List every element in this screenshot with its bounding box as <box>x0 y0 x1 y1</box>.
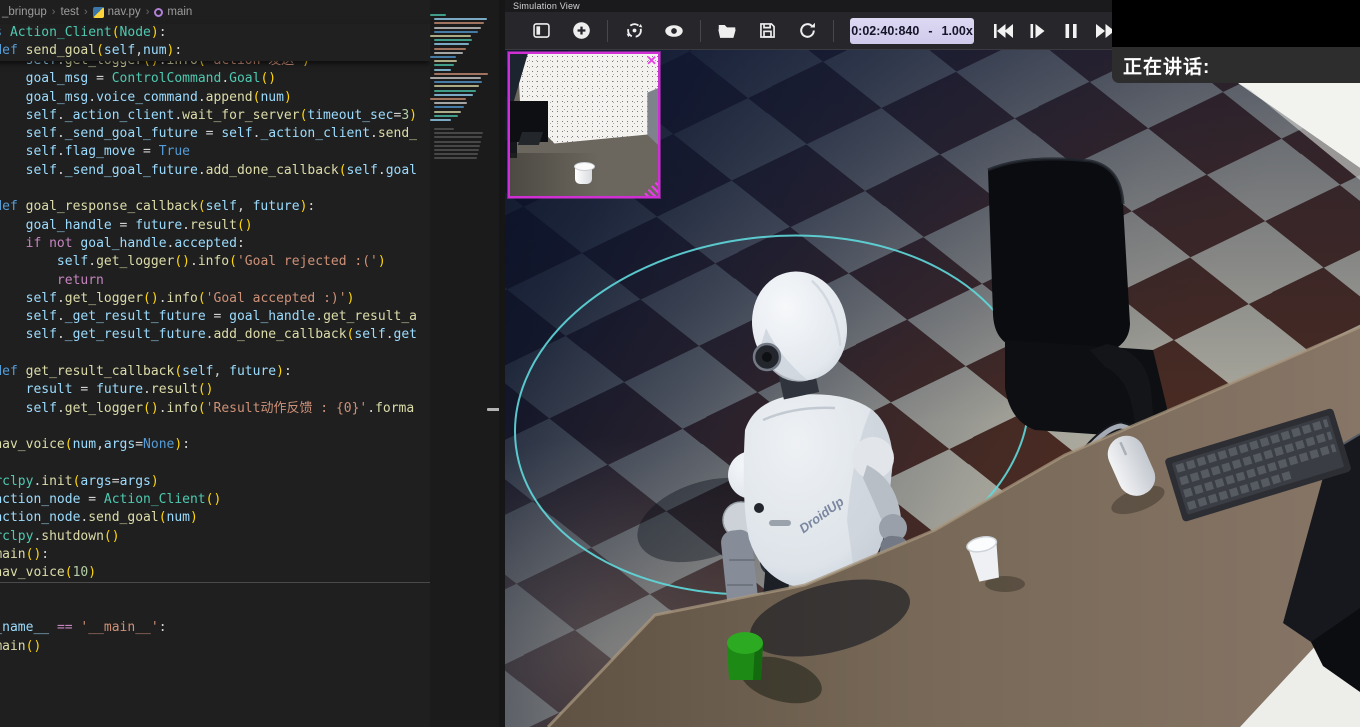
sim-time-dash: - <box>928 24 932 38</box>
breadcrumb-item[interactable]: test <box>60 6 79 18</box>
pause-button[interactable] <box>1054 18 1088 44</box>
symbol-method-icon <box>154 8 163 17</box>
open-button[interactable] <box>712 18 742 44</box>
step-forward-button[interactable] <box>1020 18 1054 44</box>
code-editor-pane: _bringup › test › nav.py › main class Ac… <box>0 0 505 727</box>
sim-time: 0:02:40:840 <box>851 24 919 38</box>
refresh-button[interactable] <box>792 18 822 44</box>
close-icon[interactable]: ✕ <box>646 54 657 68</box>
code-viewport[interactable]: self.get_logger().info('action 发送') goal… <box>0 60 430 727</box>
simulation-pane: Simulation View <box>505 0 1360 727</box>
app-window: _bringup › test › nav.py › main class Ac… <box>0 0 1360 727</box>
white-wall <box>1238 83 1360 180</box>
breadcrumb[interactable]: _bringup › test › nav.py › main <box>0 0 430 24</box>
sim-3d-viewport[interactable]: DroidUp <box>505 50 1360 727</box>
sticky-scroll-lines[interactable]: class Action_Client(Node): def send_goal… <box>0 24 430 61</box>
add-icon <box>571 20 592 41</box>
pip-laptop <box>518 132 543 145</box>
visibility-icon <box>663 20 685 42</box>
minimap[interactable] <box>430 14 494 374</box>
refresh-icon <box>797 20 818 41</box>
code-lines[interactable]: self.get_logger().info('action 发送') goal… <box>0 60 430 656</box>
save-button[interactable] <box>752 18 782 44</box>
pause-icon <box>1059 19 1083 43</box>
toolbar-separator <box>833 20 834 42</box>
reset-view-icon <box>624 20 645 41</box>
skip-to-start-button[interactable] <box>986 18 1020 44</box>
save-icon <box>757 20 778 41</box>
exit-panel-button[interactable] <box>526 18 556 44</box>
sim-speed: 1.00x <box>942 24 973 38</box>
skip-start-icon <box>991 19 1015 43</box>
reset-view-button[interactable] <box>619 18 649 44</box>
breadcrumb-item-symbol[interactable]: main <box>167 6 192 18</box>
pip-cup <box>575 165 592 184</box>
visibility-button[interactable] <box>659 18 689 44</box>
python-file-icon <box>93 7 104 18</box>
black-overlay-box <box>1112 0 1360 47</box>
step-forward-icon <box>1025 19 1049 43</box>
breadcrumb-separator: › <box>146 6 150 18</box>
breadcrumb-item-file[interactable]: nav.py <box>108 6 141 18</box>
open-folder-icon <box>716 20 738 42</box>
breadcrumb-separator: › <box>84 6 88 18</box>
exit-panel-icon <box>531 20 552 41</box>
toolbar-separator <box>607 20 608 42</box>
breadcrumb-separator: › <box>52 6 56 18</box>
speaking-status-bar: 正在讲话: <box>1112 47 1360 83</box>
add-button[interactable] <box>566 18 596 44</box>
code-area[interactable]: _bringup › test › nav.py › main class Ac… <box>0 0 430 727</box>
toolbar-separator <box>700 20 701 42</box>
camera-preview-window[interactable]: ✕ <box>508 52 660 198</box>
speaking-label: 正在讲话: <box>1123 52 1210 79</box>
breadcrumb-item[interactable]: _bringup <box>2 6 47 18</box>
sim-time-display[interactable]: 0:02:40:840 - 1.00x <box>850 18 974 44</box>
